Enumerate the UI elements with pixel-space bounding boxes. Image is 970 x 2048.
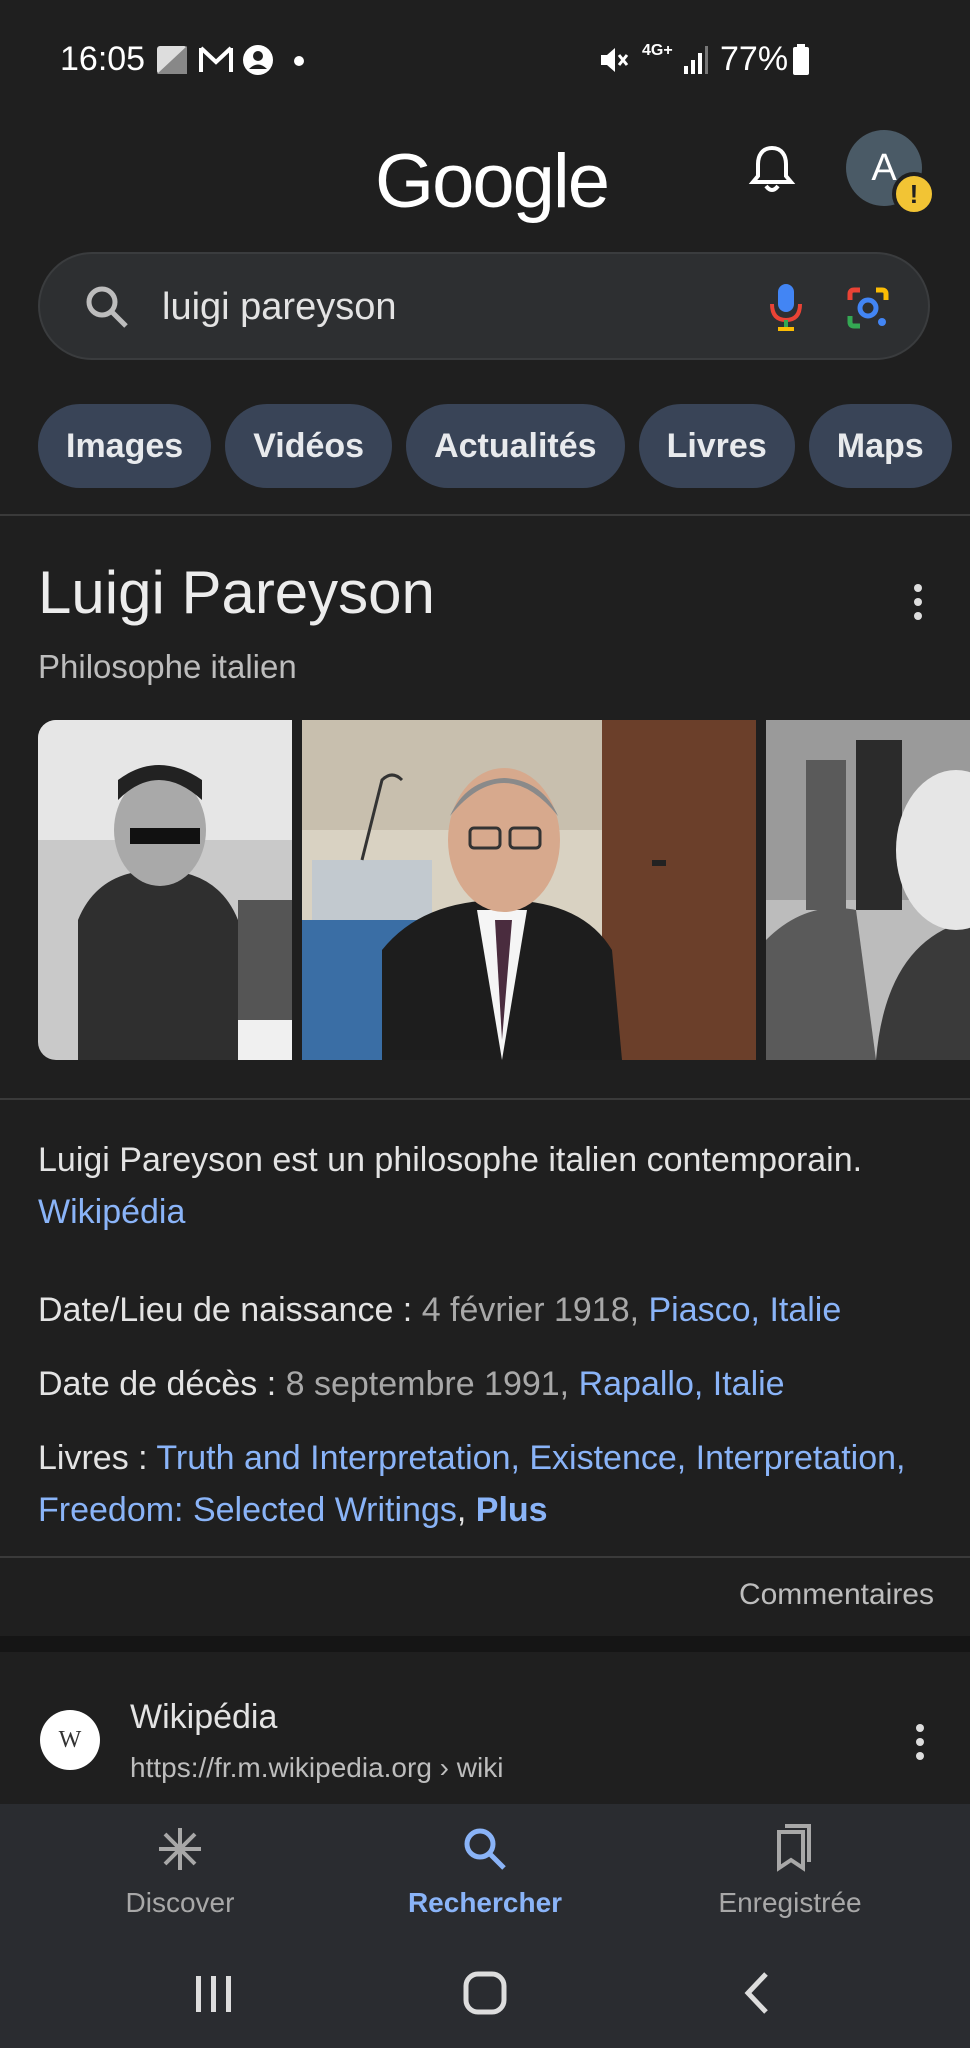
search-nav-icon bbox=[464, 1828, 506, 1870]
fact-value: 4 février 1918, bbox=[421, 1291, 649, 1329]
death-place-link[interactable]: Rapallo, Italie bbox=[579, 1365, 785, 1403]
filter-chips: Images Vidéos Actualités Livres Maps bbox=[38, 404, 970, 490]
kp-fact-birth: Date/Lieu de naissance : 4 février 1918,… bbox=[38, 1284, 938, 1336]
home-icon[interactable] bbox=[462, 1970, 508, 2016]
search-box[interactable]: luigi pareyson bbox=[38, 252, 930, 360]
nav-search[interactable]: Rechercher bbox=[385, 1824, 585, 1919]
kp-description: Luigi Pareyson est un philosophe italien… bbox=[38, 1134, 938, 1238]
more-books-link[interactable]: Plus bbox=[476, 1491, 548, 1529]
kp-more-options-icon[interactable] bbox=[914, 584, 922, 626]
recent-apps-icon[interactable] bbox=[192, 1974, 236, 2014]
result-more-options-icon[interactable] bbox=[916, 1724, 924, 1766]
gallery-notification-icon bbox=[157, 46, 187, 74]
nav-saved-label: Enregistrée bbox=[718, 1887, 862, 1918]
kp-title: Luigi Pareyson bbox=[38, 559, 435, 626]
search-input[interactable]: luigi pareyson bbox=[162, 286, 396, 329]
books-separator: , bbox=[456, 1491, 476, 1529]
dot-icon bbox=[294, 56, 304, 66]
google-lens-icon[interactable] bbox=[844, 284, 892, 332]
fact-value: 8 septembre 1991, bbox=[285, 1365, 579, 1403]
chip-news[interactable]: Actualités bbox=[406, 404, 625, 488]
wikipedia-favicon-icon: W bbox=[40, 1710, 100, 1770]
kp-image-carousel bbox=[38, 720, 970, 1060]
result-site-name[interactable]: Wikipédia bbox=[130, 1698, 277, 1737]
chip-books[interactable]: Livres bbox=[638, 404, 795, 488]
saved-bookmarks-icon bbox=[777, 1824, 811, 1872]
nav-search-label: Rechercher bbox=[407, 1887, 563, 1918]
chip-maps[interactable]: Maps bbox=[808, 404, 952, 488]
status-bar: 16:05 4G+ 77% bbox=[0, 0, 970, 120]
battery-icon bbox=[793, 44, 809, 75]
chip-images[interactable]: Images bbox=[38, 404, 212, 488]
battery-percent: 77% bbox=[720, 40, 789, 78]
nav-discover[interactable]: Discover bbox=[80, 1824, 280, 1919]
result-url-domain: https://fr.m.wikipedia.org bbox=[130, 1752, 432, 1783]
photo-3-image[interactable] bbox=[766, 720, 970, 1060]
fact-label: Date/Lieu de naissance : bbox=[38, 1291, 422, 1329]
bottom-navigation: Discover Rechercher Enregistrée bbox=[0, 1804, 970, 1940]
divider bbox=[0, 514, 970, 516]
warning-badge-icon: ! bbox=[892, 172, 936, 216]
back-icon[interactable] bbox=[740, 1970, 774, 2016]
mute-icon bbox=[601, 48, 629, 72]
divider bbox=[0, 1556, 970, 1558]
fact-label: Date de décès : bbox=[38, 1365, 286, 1403]
kp-subtitle: Philosophe italien bbox=[38, 648, 297, 685]
search-icon bbox=[86, 286, 128, 328]
gmail-icon bbox=[199, 46, 233, 72]
photo-1-image[interactable] bbox=[38, 720, 292, 1060]
system-navigation-bar bbox=[0, 1940, 970, 2048]
network-type: 4G+ bbox=[642, 42, 673, 59]
photo-2-image[interactable] bbox=[302, 720, 756, 1060]
voice-search-mic-icon[interactable] bbox=[768, 282, 804, 332]
section-separator bbox=[0, 1636, 970, 1652]
kp-fact-books: Livres : Truth and Interpretation, Exist… bbox=[38, 1432, 938, 1536]
result-url-path: › wiki bbox=[431, 1752, 504, 1783]
birth-place-link[interactable]: Piasco, Italie bbox=[649, 1291, 842, 1329]
nav-saved[interactable]: Enregistrée bbox=[690, 1824, 890, 1919]
feedback-link[interactable]: Commentaires bbox=[739, 1578, 934, 1612]
divider bbox=[0, 1098, 970, 1100]
chip-videos[interactable]: Vidéos bbox=[225, 404, 393, 488]
kp-fact-death: Date de décès : 8 septembre 1991, Rapall… bbox=[38, 1358, 938, 1410]
status-time: 16:05 bbox=[60, 40, 146, 78]
discover-asterisk-icon bbox=[159, 1828, 201, 1870]
kp-description-text: Luigi Pareyson est un philosophe italien… bbox=[38, 1141, 863, 1179]
nav-discover-label: Discover bbox=[125, 1887, 235, 1918]
result-url: https://fr.m.wikipedia.org › wiki bbox=[130, 1752, 503, 1784]
notifications-bell-icon[interactable] bbox=[748, 142, 796, 196]
account-icon bbox=[243, 45, 273, 75]
search-result-wikipedia[interactable]: W Wikipédia https://fr.m.wikipedia.org ›… bbox=[0, 1654, 970, 1804]
google-logo[interactable]: Google bbox=[375, 138, 610, 225]
kp-source-link[interactable]: Wikipédia bbox=[38, 1193, 185, 1231]
signal-icon bbox=[684, 46, 708, 74]
google-header: Google A ! bbox=[0, 120, 970, 250]
fact-label: Livres : bbox=[38, 1439, 157, 1477]
